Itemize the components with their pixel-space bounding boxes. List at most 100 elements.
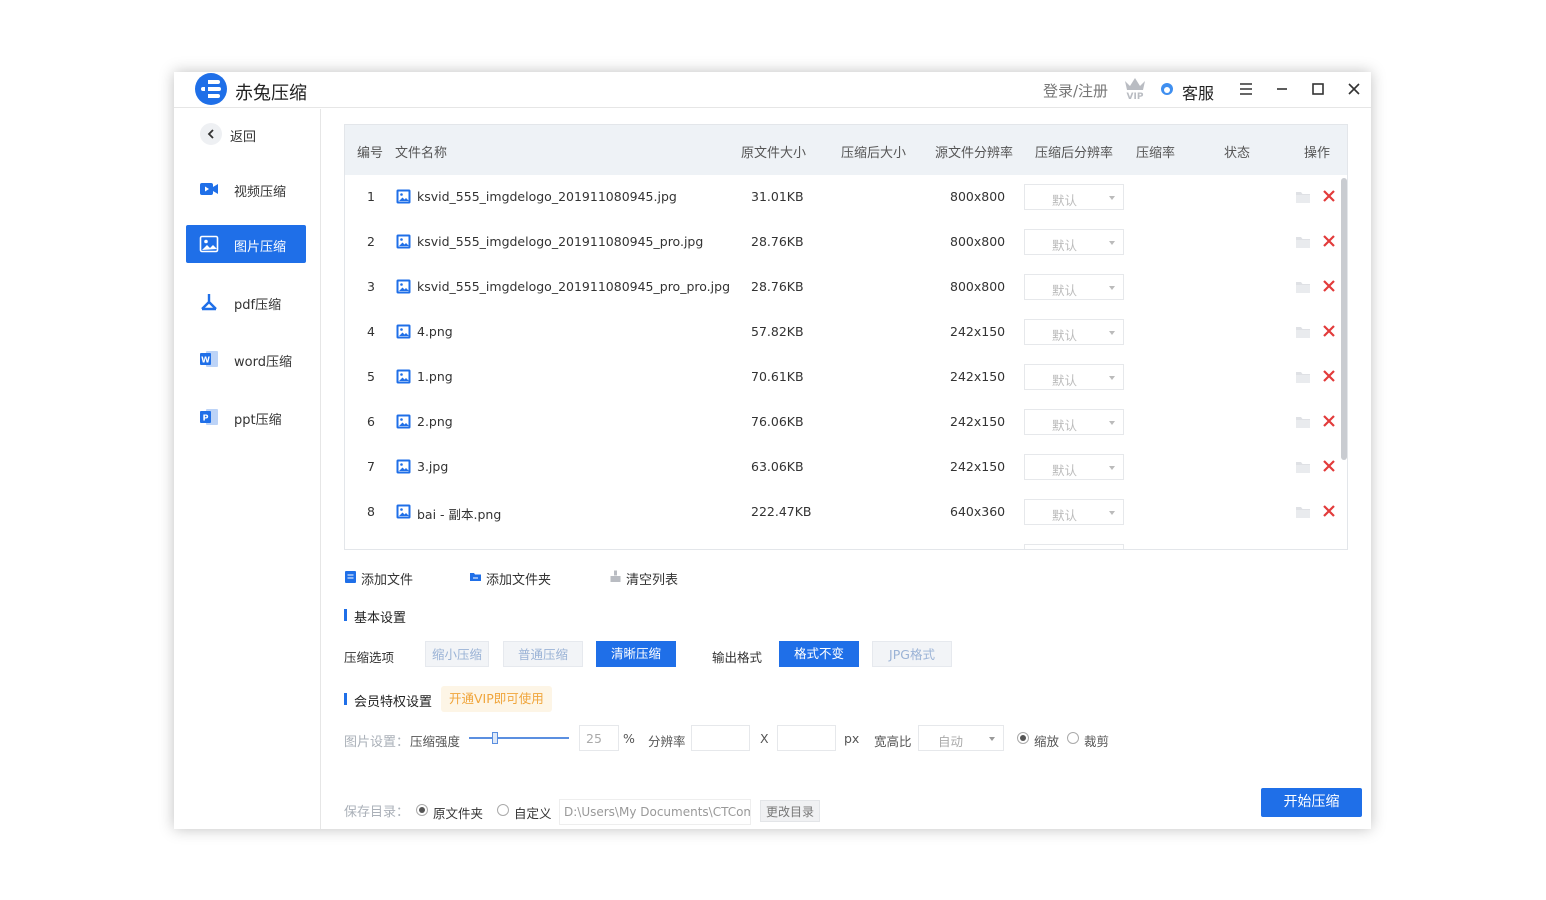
shrink-compress-button[interactable]: 缩小压缩 <box>425 641 489 667</box>
compressed-resolution-select[interactable]: 默认 <box>1024 454 1124 480</box>
source-resolution: 800x800 <box>950 234 1006 249</box>
original-folder-radio[interactable] <box>416 804 428 816</box>
row-number: 2 <box>367 234 375 249</box>
customer-service-icon[interactable] <box>1160 81 1174 97</box>
delete-icon[interactable] <box>1322 279 1336 293</box>
strength-slider-handle[interactable] <box>492 732 498 744</box>
delete-icon[interactable] <box>1322 459 1336 473</box>
custom-folder-radio[interactable] <box>497 804 509 816</box>
open-folder-icon[interactable] <box>1295 370 1311 384</box>
row-number: 6 <box>367 414 375 429</box>
compressed-resolution-select[interactable] <box>1024 544 1124 549</box>
select-value: 默认 <box>1052 238 1078 253</box>
col-header-filename: 文件名称 <box>395 146 448 161</box>
menu-icon[interactable] <box>1235 78 1257 100</box>
table-row[interactable]: 1 ksvid_555_imgdelogo_201911080945.jpg 31.… <box>345 175 1339 220</box>
aspect-ratio-select[interactable]: 自动 <box>918 725 1004 751</box>
maximize-icon[interactable] <box>1307 78 1329 100</box>
file-name: 3.jpg <box>417 459 449 474</box>
normal-compress-button[interactable]: 普通压缩 <box>503 641 583 667</box>
sidebar-item-video[interactable]: 视频压缩 <box>186 170 306 208</box>
table-scrollbar[interactable] <box>1339 175 1347 549</box>
keep-format-button[interactable]: 格式不变 <box>779 641 859 667</box>
file-name: 4.png <box>417 324 453 339</box>
compressed-resolution-select[interactable]: 默认 <box>1024 364 1124 390</box>
compressed-resolution-select[interactable]: 默认 <box>1024 319 1124 345</box>
table-row[interactable]: 6 2.png 76.06KB 242x150 默认 <box>345 400 1339 445</box>
close-icon[interactable] <box>1343 78 1365 100</box>
delete-icon[interactable] <box>1322 324 1336 338</box>
delete-icon[interactable] <box>1322 504 1336 518</box>
sidebar-item-label: 视频压缩 <box>234 185 287 200</box>
resolution-width-input[interactable] <box>691 725 750 751</box>
sidebar-item-image[interactable]: 图片压缩 <box>186 225 306 263</box>
open-folder-icon[interactable] <box>1295 505 1311 519</box>
vip-crown-icon[interactable]: VIP <box>1122 75 1148 101</box>
original-folder-label: 原文件夹 <box>433 806 484 821</box>
video-icon <box>200 183 218 195</box>
compressed-resolution-select[interactable]: 默认 <box>1024 499 1124 525</box>
vip-badge[interactable]: 开通VIP即可使用 <box>441 686 552 712</box>
section-marker <box>344 609 347 621</box>
chevron-down-icon <box>1109 331 1115 335</box>
delete-icon[interactable] <box>1322 369 1336 383</box>
jpg-format-button[interactable]: JPG格式 <box>872 641 952 667</box>
table-row[interactable]: 8 bai - 副本.png 222.47KB 640x360 默认 <box>345 490 1339 535</box>
open-folder-icon[interactable] <box>1295 235 1311 249</box>
compressed-resolution-select[interactable]: 默认 <box>1024 274 1124 300</box>
chevron-down-icon <box>1109 421 1115 425</box>
crop-label: 裁剪 <box>1084 734 1110 749</box>
pdf-icon <box>201 294 217 311</box>
chevron-down-icon <box>1109 241 1115 245</box>
sidebar-item-pdf[interactable]: pdf压缩 <box>186 283 306 321</box>
sidebar-item-word[interactable]: W word压缩 <box>186 340 306 378</box>
crop-radio[interactable] <box>1067 732 1079 744</box>
open-folder-icon[interactable] <box>1295 415 1311 429</box>
table-row[interactable]: 2 ksvid_555_imgdelogo_201911080945_pro.jp… <box>345 220 1339 265</box>
image-settings-label: 图片设置： <box>344 735 410 750</box>
scroll-thumb[interactable] <box>1341 178 1347 460</box>
sidebar-item-ppt[interactable]: P ppt压缩 <box>186 398 306 436</box>
compressed-resolution-select[interactable]: 默认 <box>1024 184 1124 210</box>
strength-slider[interactable] <box>469 737 569 739</box>
table-row[interactable] <box>345 535 1339 549</box>
open-folder-icon[interactable] <box>1295 190 1311 204</box>
scale-radio[interactable] <box>1017 732 1029 744</box>
table-row[interactable]: 5 1.png 70.61KB 242x150 默认 <box>345 355 1339 400</box>
save-path-value: D:\Users\My Documents\CTCompr <box>564 805 751 819</box>
resolution-height-input[interactable] <box>777 725 836 751</box>
svg-text:P: P <box>203 414 209 423</box>
save-path-input[interactable]: D:\Users\My Documents\CTCompr <box>559 799 751 825</box>
px-label: px <box>844 731 860 746</box>
login-register-link[interactable]: 登录/注册 <box>1043 80 1108 101</box>
customer-service-button[interactable]: 客服 <box>1182 80 1214 104</box>
clear-compress-button[interactable]: 清晰压缩 <box>596 641 676 667</box>
strength-input[interactable]: 25 <box>579 725 619 751</box>
minimize-icon[interactable] <box>1271 78 1293 100</box>
delete-icon[interactable] <box>1322 189 1336 203</box>
table-header: 编号 文件名称 原文件大小 压缩后大小 源文件分辨率 压缩后分辨率 压缩率 状态… <box>345 125 1347 175</box>
table-row[interactable]: 7 3.jpg 63.06KB 242x150 默认 <box>345 445 1339 490</box>
resolution-label: 分辨率 <box>648 734 686 749</box>
compressed-resolution-select[interactable]: 默认 <box>1024 229 1124 255</box>
chevron-down-icon <box>1109 376 1115 380</box>
start-compress-button[interactable]: 开始压缩 <box>1261 788 1362 817</box>
image-file-icon <box>396 279 411 294</box>
file-name: ksvid_555_imgdelogo_201911080945_pro_pro… <box>417 279 731 294</box>
custom-folder-label: 自定义 <box>514 806 552 821</box>
image-icon <box>199 235 219 253</box>
source-resolution: 242x150 <box>950 459 1006 474</box>
open-folder-icon[interactable] <box>1295 280 1311 294</box>
delete-icon[interactable] <box>1322 234 1336 248</box>
change-dir-button[interactable]: 更改目录 <box>760 800 820 822</box>
open-folder-icon[interactable] <box>1295 460 1311 474</box>
scale-label: 缩放 <box>1034 734 1060 749</box>
compressed-resolution-select[interactable]: 默认 <box>1024 409 1124 435</box>
table-row[interactable]: 4 4.png 57.82KB 242x150 默认 <box>345 310 1339 355</box>
table-row[interactable]: 3 ksvid_555_imgdelogo_201911080945_pro_pr… <box>345 265 1339 310</box>
select-value: 默认 <box>1052 283 1078 298</box>
delete-icon[interactable] <box>1322 414 1336 428</box>
file-name: ksvid_555_imgdelogo_201911080945_pro.jpg <box>417 234 704 249</box>
open-folder-icon[interactable] <box>1295 325 1311 339</box>
row-number: 1 <box>367 189 375 204</box>
